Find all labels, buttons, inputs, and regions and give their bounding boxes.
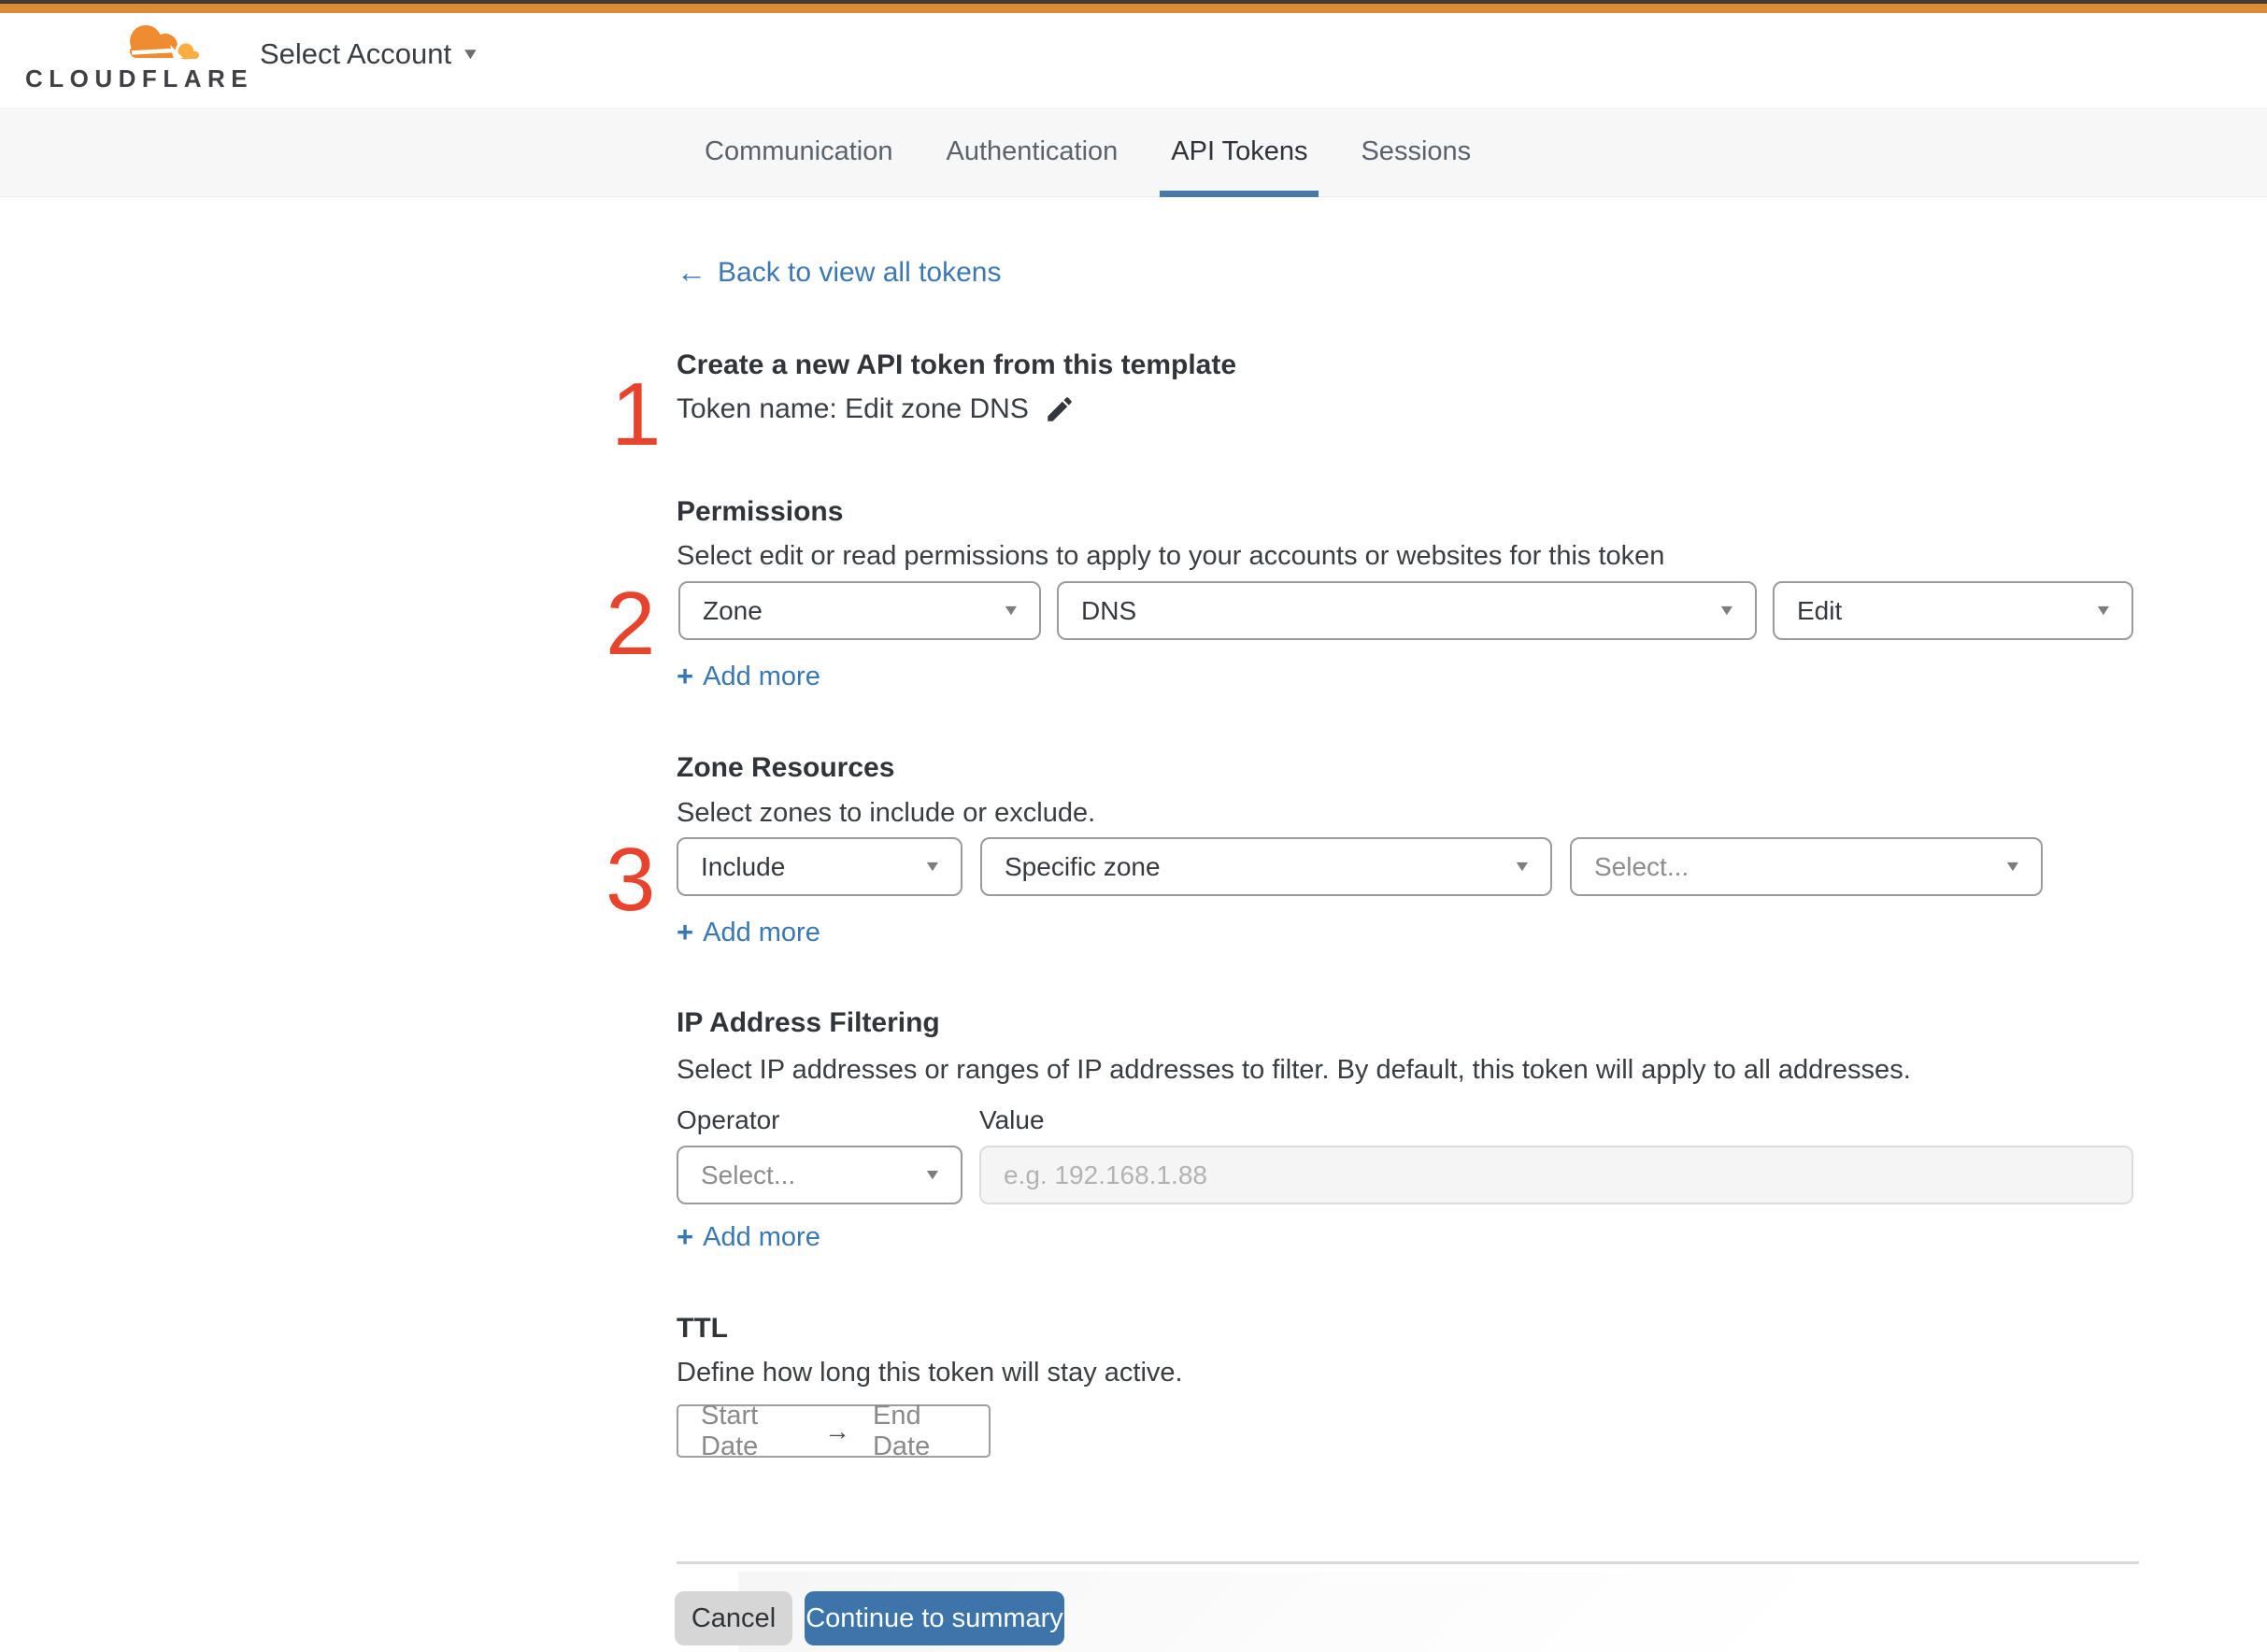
ip-value-input[interactable] [979,1146,2133,1204]
ip-filtering-row: Select... ▼ [677,1146,962,1204]
step-2-number: 2 [606,574,656,674]
ip-filtering-heading: IP Address Filtering [677,1007,940,1038]
back-link-label: Back to view all tokens [718,256,1002,288]
cloudflare-cloud-icon [130,25,199,63]
permission-group-select[interactable]: DNS ▼ [1057,581,1757,640]
chevron-down-icon: ▼ [1512,858,1533,875]
step-1-number: 1 [611,364,662,464]
plus-icon: + [677,660,694,692]
edit-pencil-icon[interactable] [1044,393,1076,425]
operator-select[interactable]: Select... ▼ [677,1146,962,1204]
operator-label: Operator [677,1105,780,1134]
start-date-placeholder: Start Date [701,1400,759,1461]
permission-scope-select[interactable]: Zone ▼ [678,581,1041,640]
right-arrow-icon: → [823,1416,850,1446]
token-name-label: Token name: Edit zone DNS [677,393,1029,424]
active-tab-underline [1160,190,1319,197]
tab-authentication[interactable]: Authentication [946,107,1118,197]
ip-filtering-add-more-link[interactable]: + Add more [677,1220,820,1254]
section-tabbar: Communication Authentication API Tokens … [0,107,2267,197]
brand-accent-bar [0,4,2267,13]
chevron-down-icon: ▼ [922,858,943,875]
cloudflare-api-token-page: CLOUDFLARE Select Account ▼ Communicatio… [0,0,2267,1652]
zone-picker-select[interactable]: Select... ▼ [1570,837,2043,896]
permissions-heading: Permissions [677,496,844,527]
ttl-description: Define how long this token will stay act… [677,1358,1183,1388]
chevron-down-icon: ▼ [1717,602,1737,619]
cloudflare-logo[interactable]: CLOUDFLARE [25,21,248,99]
step-3-number: 3 [606,830,656,930]
ttl-date-range-picker[interactable]: Start Date → End Date [677,1401,991,1461]
tab-communication[interactable]: Communication [705,107,892,197]
cancel-button[interactable]: Cancel [675,1591,792,1645]
permissions-row: Zone ▼ DNS ▼ Edit ▼ [678,581,2133,640]
plus-icon: + [677,916,694,948]
token-name-row: Token name: Edit zone DNS [677,393,1076,425]
zone-resources-heading: Zone Resources [677,752,895,783]
zone-resources-add-more-link[interactable]: + Add more [677,916,820,949]
permissions-description: Select edit or read permissions to apply… [677,541,1665,571]
chevron-down-icon: ▼ [460,45,481,63]
back-to-tokens-link[interactable]: ← Back to view all tokens [677,255,1001,290]
zone-include-select[interactable]: Include ▼ [677,837,962,896]
page-title: Create a new API token from this templat… [677,349,1237,380]
continue-to-summary-button[interactable]: Continue to summary [805,1591,1064,1645]
chevron-down-icon: ▼ [2003,858,2023,875]
app-header: CLOUDFLARE Select Account ▼ [0,13,2267,107]
permission-access-select[interactable]: Edit ▼ [1773,581,2133,640]
ip-filtering-description: Select IP addresses or ranges of IP addr… [677,1055,1911,1085]
zone-resources-description: Select zones to include or exclude. [677,798,1096,828]
chevron-down-icon: ▼ [2093,602,2114,619]
account-selector-label: Select Account [260,37,452,70]
value-label: Value [979,1105,1045,1134]
end-date-placeholder: End Date [872,1400,931,1461]
tab-sessions[interactable]: Sessions [1361,107,1471,197]
account-selector[interactable]: Select Account ▼ [260,37,481,71]
left-arrow-icon: ← [677,255,706,289]
chevron-down-icon: ▼ [922,1166,943,1183]
footer-divider [677,1561,2139,1564]
tab-api-tokens[interactable]: API Tokens [1160,107,1319,197]
zone-type-select[interactable]: Specific zone ▼ [980,837,1552,896]
plus-icon: + [677,1220,694,1253]
permissions-add-more-link[interactable]: + Add more [677,660,820,693]
chevron-down-icon: ▼ [1001,602,1021,619]
zone-resources-row: Include ▼ Specific zone ▼ Select... ▼ [677,837,2043,896]
ttl-heading: TTL [677,1313,728,1344]
cloudflare-wordmark: CLOUDFLARE [25,64,254,93]
